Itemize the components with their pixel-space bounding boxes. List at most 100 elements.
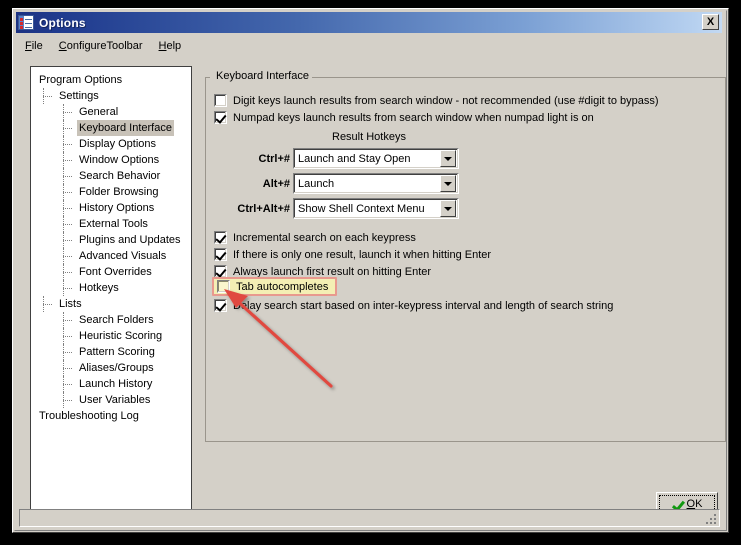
tree-connector xyxy=(63,344,64,360)
sidebar-item-label: External Tools xyxy=(79,218,148,230)
sidebar-item-external-tools[interactable]: External Tools xyxy=(35,216,191,232)
checkbox-box[interactable] xyxy=(214,231,227,244)
sidebar-item-keyboard-interface[interactable]: Keyboard Interface xyxy=(35,120,191,136)
sidebar-item-label: User Variables xyxy=(79,394,151,406)
checkbox-tab-autocompletes[interactable]: Tab autocompletes xyxy=(212,277,338,296)
window-title: Options xyxy=(39,15,86,30)
sidebar-item-label: Launch History xyxy=(79,378,153,390)
close-icon[interactable]: X xyxy=(702,14,719,30)
menu-item-file[interactable]: File xyxy=(17,38,51,54)
result-hotkeys-title: Result Hotkeys xyxy=(332,131,406,143)
checkbox-single-result-enter[interactable]: If there is only one result, launch it w… xyxy=(214,247,491,262)
sidebar-item-display-options[interactable]: Display Options xyxy=(35,136,191,152)
checkbox-delay-search-start[interactable]: Delay search start based on inter-keypre… xyxy=(214,298,613,313)
sidebar-item-plugins-and-updates[interactable]: Plugins and Updates xyxy=(35,232,191,248)
hotkey-label: Alt+# xyxy=(262,177,290,190)
sidebar-item-folder-browsing[interactable]: Folder Browsing xyxy=(35,184,191,200)
menu-bar: File ConfigureToolbar Help xyxy=(17,36,189,55)
green-check-icon xyxy=(672,499,683,510)
sidebar-item-advanced-visuals[interactable]: Advanced Visuals xyxy=(35,248,191,264)
tree-connector xyxy=(63,256,72,257)
sidebar-item-launch-history[interactable]: Launch History xyxy=(35,376,191,392)
tree-connector xyxy=(43,304,52,305)
group-title: Keyboard Interface xyxy=(213,70,312,82)
tree-connector xyxy=(63,272,72,273)
tree-connector xyxy=(63,312,64,328)
combo-value: Launch and Stay Open xyxy=(298,152,411,165)
sidebar-item-label: Pattern Scoring xyxy=(79,346,155,358)
sidebar-item-label: Aliases/Groups xyxy=(79,362,154,374)
sidebar-item-history-options[interactable]: History Options xyxy=(35,200,191,216)
resize-grip[interactable] xyxy=(704,512,717,525)
tree-connector xyxy=(63,288,72,289)
tree-connector xyxy=(63,144,72,145)
checkbox-box[interactable] xyxy=(214,299,227,312)
checkbox-box[interactable] xyxy=(217,280,230,293)
sidebar-item-general[interactable]: General xyxy=(35,104,191,120)
hotkey-row-ctrl-alt: Ctrl+Alt+# Show Shell Context Menu xyxy=(222,198,459,219)
tree-connector xyxy=(63,328,64,344)
sidebar-item-pattern-scoring[interactable]: Pattern Scoring xyxy=(35,344,191,360)
sidebar-item-window-options[interactable]: Window Options xyxy=(35,152,191,168)
sidebar-item-label: Lists xyxy=(59,298,82,310)
tree-connector xyxy=(63,120,64,136)
chevron-down-icon[interactable] xyxy=(440,150,456,167)
chevron-down-icon[interactable] xyxy=(440,200,456,217)
sidebar-item-search-behavior[interactable]: Search Behavior xyxy=(35,168,191,184)
sidebar-item-hotkeys[interactable]: Hotkeys xyxy=(35,280,191,296)
tree-connector xyxy=(63,112,72,113)
combo-ctrl-alt-hash[interactable]: Show Shell Context Menu xyxy=(293,198,459,219)
checkbox-label: Digit keys launch results from search wi… xyxy=(233,94,659,107)
title-bar[interactable]: Options X xyxy=(16,12,722,33)
sidebar-item-label: Troubleshooting Log xyxy=(39,410,139,422)
settings-tree-panel[interactable]: Program Options Settings General Keyboard I… xyxy=(30,66,192,518)
checkbox-label: Numpad keys launch results from search w… xyxy=(233,111,594,124)
checkbox-box[interactable] xyxy=(214,248,227,261)
sidebar-item-label: Folder Browsing xyxy=(79,186,159,198)
sidebar-item-label: General xyxy=(79,106,119,118)
sidebar-item-label: Keyboard Interface xyxy=(77,120,174,136)
checkbox-label: Always launch first result on hitting En… xyxy=(233,265,432,278)
sidebar-item-settings[interactable]: Settings xyxy=(35,88,191,104)
tree-connector xyxy=(63,232,64,248)
tree-connector xyxy=(63,392,64,408)
sidebar-item-troubleshooting-log[interactable]: Troubleshooting Log xyxy=(35,408,191,424)
tree-connector xyxy=(63,184,64,200)
checkbox-box[interactable] xyxy=(214,111,227,124)
tree-connector xyxy=(63,264,64,280)
checkbox-numpad-keys-launch[interactable]: Numpad keys launch results from search w… xyxy=(214,110,594,125)
sidebar-item-label: Advanced Visuals xyxy=(79,250,167,262)
status-bar xyxy=(19,509,720,527)
tree-connector xyxy=(63,176,72,177)
tree-connector xyxy=(63,240,72,241)
checkbox-box[interactable] xyxy=(214,94,227,107)
tree-connector xyxy=(63,400,72,401)
sidebar-item-user-variables[interactable]: User Variables xyxy=(35,392,191,408)
hotkey-label: Ctrl+Alt+# xyxy=(237,202,290,215)
sidebar-item-label: Settings xyxy=(59,90,99,102)
sidebar-item-heuristic-scoring[interactable]: Heuristic Scoring xyxy=(35,328,191,344)
combo-ctrl-hash[interactable]: Launch and Stay Open xyxy=(293,148,459,169)
tree-connector xyxy=(63,336,72,337)
settings-tree: Program Options Settings General Keyboard I… xyxy=(31,67,191,424)
sidebar-item-lists[interactable]: Lists xyxy=(35,296,191,312)
sidebar-item-program-options[interactable]: Program Options xyxy=(35,72,191,88)
menu-item-configuretoolbar[interactable]: ConfigureToolbar xyxy=(51,38,151,54)
tree-connector xyxy=(63,152,64,168)
tree-connector xyxy=(63,216,64,232)
sidebar-item-font-overrides[interactable]: Font Overrides xyxy=(35,264,191,280)
chevron-down-icon[interactable] xyxy=(440,175,456,192)
sidebar-item-search-folders[interactable]: Search Folders xyxy=(35,312,191,328)
sidebar-item-aliases-groups[interactable]: Aliases/Groups xyxy=(35,360,191,376)
combo-alt-hash[interactable]: Launch xyxy=(293,173,459,194)
checkbox-incremental-search[interactable]: Incremental search on each keypress xyxy=(214,230,416,245)
sidebar-item-label: Heuristic Scoring xyxy=(79,330,163,342)
tree-connector xyxy=(63,160,72,161)
tree-connector xyxy=(43,96,52,97)
checkbox-digit-keys-launch[interactable]: Digit keys launch results from search wi… xyxy=(214,93,659,108)
tree-connector xyxy=(43,88,44,104)
menu-item-help[interactable]: Help xyxy=(151,38,190,54)
tree-connector xyxy=(63,200,64,216)
tree-connector xyxy=(63,224,72,225)
checkbox-label: Incremental search on each keypress xyxy=(233,231,416,244)
